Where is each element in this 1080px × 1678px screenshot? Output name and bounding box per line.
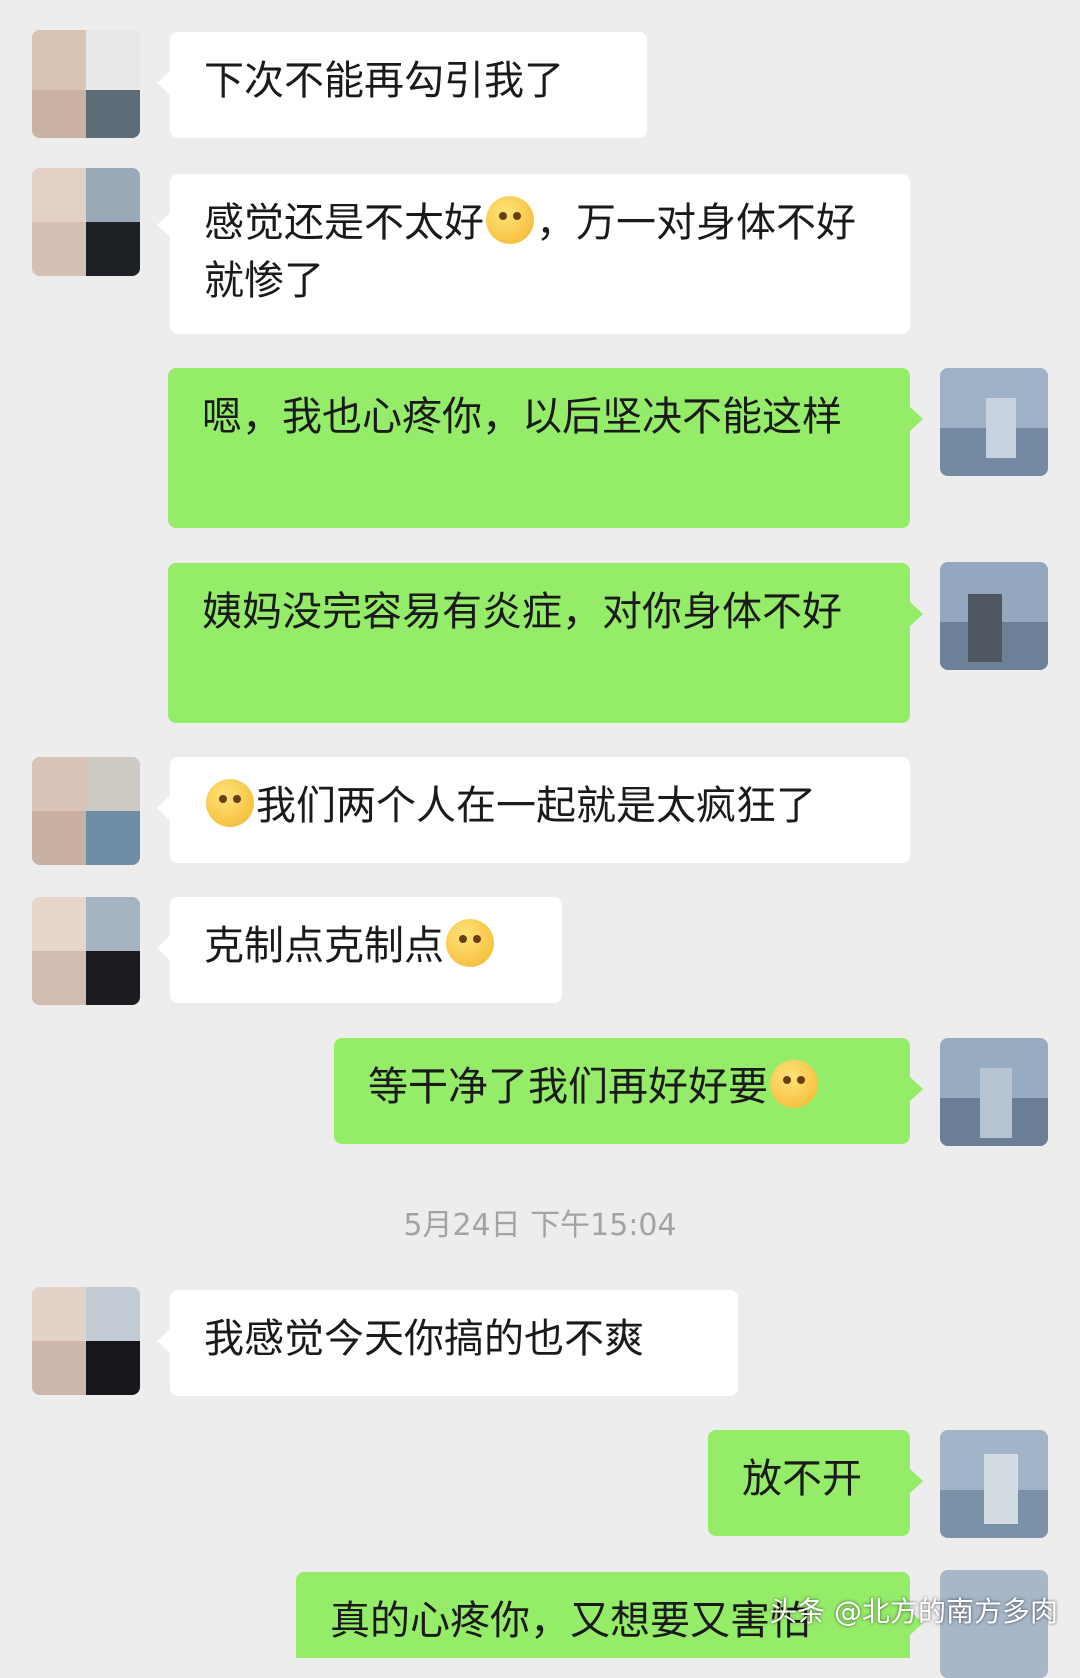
tears-of-joy-emoji: [486, 196, 534, 244]
contact-avatar[interactable]: [32, 897, 140, 1005]
contact-avatar[interactable]: [32, 168, 140, 276]
incoming-message[interactable]: 我们两个人在一起就是太疯狂了: [157, 757, 910, 863]
contact-avatar[interactable]: [32, 30, 140, 138]
dizzy-face-emoji: [446, 919, 494, 967]
message-text: 嗯，我也心疼你，以后坚决不能这样: [202, 394, 842, 440]
chat-timestamp: 5月24日 下午15:04: [403, 1208, 677, 1243]
user-avatar[interactable]: [940, 1430, 1048, 1538]
incoming-message[interactable]: 克制点克制点: [157, 897, 562, 1003]
outgoing-message[interactable]: 嗯，我也心疼你，以后坚决不能这样: [168, 368, 923, 528]
message-text: 姨妈没完容易有炎症，对你身体不好: [202, 589, 842, 635]
contact-avatar[interactable]: [32, 1287, 140, 1395]
message-text: 我感觉今天你搞的也不爽: [204, 1316, 644, 1362]
incoming-message[interactable]: 感觉还是不太好 ，万一对身体不好就惨了: [157, 174, 910, 334]
incoming-message[interactable]: 下次不能再勾引我了: [157, 32, 647, 138]
message-text: 放不开: [742, 1456, 862, 1502]
watermark: 头条 @北方的南方多肉: [769, 1595, 1058, 1628]
user-avatar[interactable]: [940, 1038, 1048, 1146]
message-text: 等干净了我们再好好要: [368, 1064, 768, 1110]
contact-avatar[interactable]: [32, 757, 140, 865]
grinning-squinting-emoji: [770, 1060, 818, 1108]
message-text: 感觉还是不太好: [204, 200, 484, 246]
outgoing-message[interactable]: 等干净了我们再好好要: [334, 1038, 923, 1144]
outgoing-message[interactable]: 放不开: [708, 1430, 923, 1536]
face-with-hand-over-mouth-emoji: [206, 779, 254, 827]
message-text: 我们两个人在一起就是太疯狂了: [256, 783, 816, 829]
message-text: 克制点克制点: [204, 923, 444, 969]
outgoing-message[interactable]: 姨妈没完容易有炎症，对你身体不好: [168, 563, 923, 723]
incoming-message[interactable]: 我感觉今天你搞的也不爽: [157, 1290, 738, 1396]
message-text: 真的心疼你，又想要又害怕: [330, 1598, 810, 1644]
user-avatar[interactable]: [940, 562, 1048, 670]
user-avatar[interactable]: [940, 368, 1048, 476]
message-text: 下次不能再勾引我了: [204, 58, 564, 104]
